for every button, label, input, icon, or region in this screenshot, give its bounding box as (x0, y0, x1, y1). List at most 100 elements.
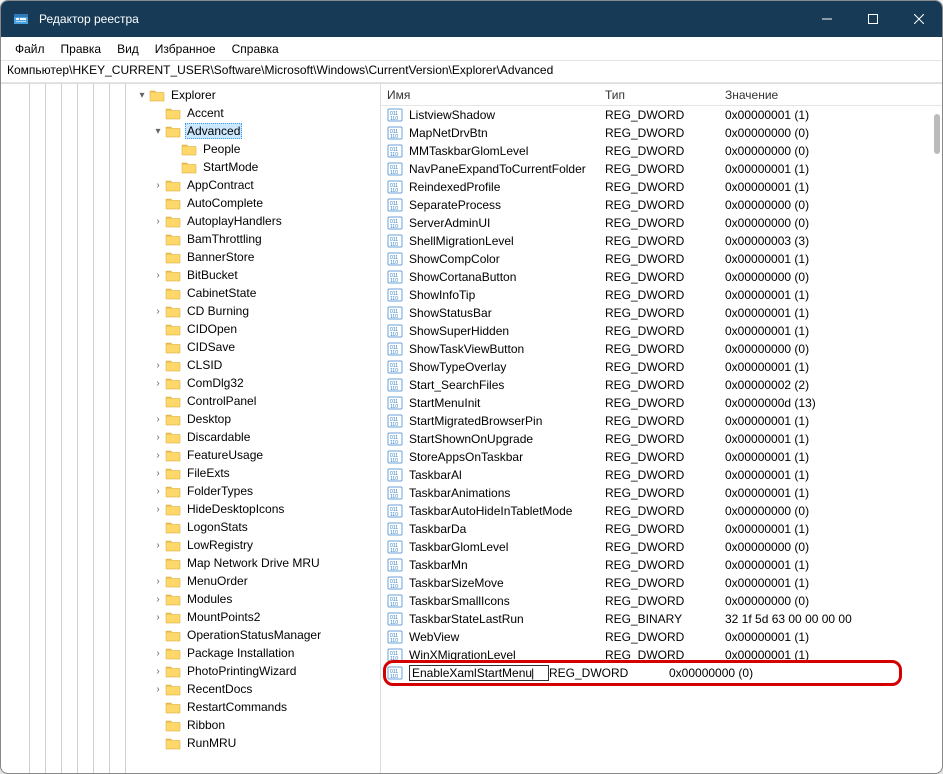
values-pane[interactable]: Имя Тип Значение ListviewShadowREG_DWORD… (381, 84, 942, 773)
tree-item-explorer[interactable]: ▾Explorer (1, 86, 380, 104)
expander-icon[interactable]: › (151, 216, 165, 227)
value-row[interactable]: WebViewREG_DWORD0x00000001 (1) (381, 628, 942, 646)
tree-item-bamthrottling[interactable]: BamThrottling (1, 230, 380, 248)
tree-item-bitbucket[interactable]: ›BitBucket (1, 266, 380, 284)
tree-item-controlpanel[interactable]: ControlPanel (1, 392, 380, 410)
tree-pane[interactable]: ▾ExplorerAccent▾AdvancedPeopleStartMode›… (1, 84, 381, 773)
tree-item-mountpoints2[interactable]: ›MountPoints2 (1, 608, 380, 626)
expander-icon[interactable]: › (151, 504, 165, 515)
menu-view[interactable]: Вид (109, 40, 147, 58)
tree-item-operationstatusmanager[interactable]: OperationStatusManager (1, 626, 380, 644)
value-row[interactable]: TaskbarAutoHideInTabletModeREG_DWORD0x00… (381, 502, 942, 520)
menu-file[interactable]: Файл (7, 40, 53, 58)
value-row[interactable]: TaskbarStateLastRunREG_BINARY32 1f 5d 63… (381, 610, 942, 628)
expander-icon[interactable]: › (151, 414, 165, 425)
tree-item-clsid[interactable]: ›CLSID (1, 356, 380, 374)
value-row[interactable]: TaskbarDaREG_DWORD0x00000001 (1) (381, 520, 942, 538)
tree-item-package-installation[interactable]: ›Package Installation (1, 644, 380, 662)
column-name[interactable]: Имя (381, 88, 599, 102)
tree-item-autoplayhandlers[interactable]: ›AutoplayHandlers (1, 212, 380, 230)
value-row[interactable]: StartMigratedBrowserPinREG_DWORD0x000000… (381, 412, 942, 430)
list-header[interactable]: Имя Тип Значение (381, 84, 942, 106)
column-type[interactable]: Тип (599, 88, 719, 102)
expander-icon[interactable]: › (151, 270, 165, 281)
expander-icon[interactable]: › (151, 468, 165, 479)
tree-item-ribbon[interactable]: Ribbon (1, 716, 380, 734)
menu-help[interactable]: Справка (224, 40, 287, 58)
tree-item-autocomplete[interactable]: AutoComplete (1, 194, 380, 212)
tree-item-startmode[interactable]: StartMode (1, 158, 380, 176)
tree-item-modules[interactable]: ›Modules (1, 590, 380, 608)
value-row[interactable]: TaskbarAnimationsREG_DWORD0x00000001 (1) (381, 484, 942, 502)
expander-icon[interactable]: › (151, 594, 165, 605)
value-row[interactable]: NavPaneExpandToCurrentFolderREG_DWORD0x0… (381, 160, 942, 178)
expander-icon[interactable]: › (151, 306, 165, 317)
tree-item-cidopen[interactable]: CIDOpen (1, 320, 380, 338)
value-row[interactable]: ShellMigrationLevelREG_DWORD0x00000003 (… (381, 232, 942, 250)
column-data[interactable]: Значение (719, 88, 942, 102)
address-bar[interactable]: Компьютер\HKEY_CURRENT_USER\Software\Mic… (1, 61, 942, 83)
tree-item-cidsave[interactable]: CIDSave (1, 338, 380, 356)
tree-item-discardable[interactable]: ›Discardable (1, 428, 380, 446)
value-row[interactable]: MapNetDrvBtnREG_DWORD0x00000000 (0) (381, 124, 942, 142)
value-row[interactable]: ShowSuperHiddenREG_DWORD0x00000001 (1) (381, 322, 942, 340)
tree-item-desktop[interactable]: ›Desktop (1, 410, 380, 428)
value-row[interactable]: SeparateProcessREG_DWORD0x00000000 (0) (381, 196, 942, 214)
titlebar[interactable]: Редактор реестра (1, 1, 942, 37)
expander-icon[interactable]: › (151, 180, 165, 191)
expander-icon[interactable]: › (151, 432, 165, 443)
value-row[interactable]: ShowCompColorREG_DWORD0x00000001 (1) (381, 250, 942, 268)
tree-item-bannerstore[interactable]: BannerStore (1, 248, 380, 266)
value-row[interactable]: TaskbarSizeMoveREG_DWORD0x00000001 (1) (381, 574, 942, 592)
tree-item-comdlg32[interactable]: ›ComDlg32 (1, 374, 380, 392)
scrollbar-thumb[interactable] (934, 114, 940, 154)
expander-icon[interactable]: › (151, 450, 165, 461)
tree-item-fileexts[interactable]: ›FileExts (1, 464, 380, 482)
tree-item-menuorder[interactable]: ›MenuOrder (1, 572, 380, 590)
tree-item-runmru[interactable]: RunMRU (1, 734, 380, 752)
value-row[interactable]: ServerAdminUIREG_DWORD0x00000000 (0) (381, 214, 942, 232)
menu-favorites[interactable]: Избранное (147, 40, 224, 58)
value-row[interactable]: TaskbarGlomLevelREG_DWORD0x00000000 (0) (381, 538, 942, 556)
tree-item-featureusage[interactable]: ›FeatureUsage (1, 446, 380, 464)
value-row[interactable]: ShowTaskViewButtonREG_DWORD0x00000000 (0… (381, 340, 942, 358)
tree-item-cabinetstate[interactable]: CabinetState (1, 284, 380, 302)
tree-item-restartcommands[interactable]: RestartCommands (1, 698, 380, 716)
expander-icon[interactable]: › (151, 540, 165, 551)
expander-icon[interactable]: › (151, 360, 165, 371)
tree-item-advanced[interactable]: ▾Advanced (1, 122, 380, 140)
expander-icon[interactable]: › (151, 576, 165, 587)
expander-icon[interactable]: › (151, 666, 165, 677)
expander-icon[interactable]: ▾ (135, 90, 149, 101)
menu-edit[interactable]: Правка (53, 40, 110, 58)
value-row[interactable]: StartShownOnUpgradeREG_DWORD0x00000001 (… (381, 430, 942, 448)
tree-item-cd-burning[interactable]: ›CD Burning (1, 302, 380, 320)
value-row[interactable]: ListviewShadowREG_DWORD0x00000001 (1) (381, 106, 942, 124)
tree-item-foldertypes[interactable]: ›FolderTypes (1, 482, 380, 500)
tree-item-logonstats[interactable]: LogonStats (1, 518, 380, 536)
maximize-button[interactable] (850, 1, 896, 37)
tree-item-people[interactable]: People (1, 140, 380, 158)
value-row[interactable]: TaskbarAlREG_DWORD0x00000001 (1) (381, 466, 942, 484)
value-row[interactable]: ReindexedProfileREG_DWORD0x00000001 (1) (381, 178, 942, 196)
value-row[interactable]: ShowInfoTipREG_DWORD0x00000001 (1) (381, 286, 942, 304)
tree-item-recentdocs[interactable]: ›RecentDocs (1, 680, 380, 698)
value-row[interactable]: ShowCortanaButtonREG_DWORD0x00000000 (0) (381, 268, 942, 286)
value-row[interactable]: WinXMigrationLevelREG_DWORD0x00000001 (1… (381, 646, 942, 664)
expander-icon[interactable]: › (151, 684, 165, 695)
value-row[interactable]: ShowStatusBarREG_DWORD0x00000001 (1) (381, 304, 942, 322)
tree-item-photoprintingwizard[interactable]: ›PhotoPrintingWizard (1, 662, 380, 680)
tree-item-lowregistry[interactable]: ›LowRegistry (1, 536, 380, 554)
expander-icon[interactable]: › (151, 648, 165, 659)
expander-icon[interactable]: › (151, 612, 165, 623)
value-row[interactable]: EnableXamlStartMenuREG_DWORD0x00000000 (… (381, 664, 942, 682)
value-row[interactable]: TaskbarSmallIconsREG_DWORD0x00000000 (0) (381, 592, 942, 610)
value-name[interactable]: EnableXamlStartMenu (409, 665, 549, 681)
value-row[interactable]: StartMenuInitREG_DWORD0x0000000d (13) (381, 394, 942, 412)
tree-item-appcontract[interactable]: ›AppContract (1, 176, 380, 194)
value-row[interactable]: Start_SearchFilesREG_DWORD0x00000002 (2) (381, 376, 942, 394)
expander-icon[interactable]: › (151, 486, 165, 497)
value-row[interactable]: ShowTypeOverlayREG_DWORD0x00000001 (1) (381, 358, 942, 376)
value-row[interactable]: TaskbarMnREG_DWORD0x00000001 (1) (381, 556, 942, 574)
value-row[interactable]: StoreAppsOnTaskbarREG_DWORD0x00000001 (1… (381, 448, 942, 466)
